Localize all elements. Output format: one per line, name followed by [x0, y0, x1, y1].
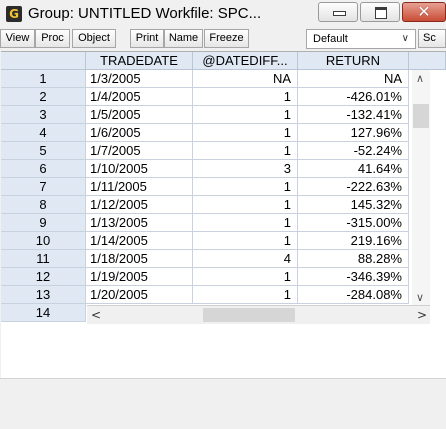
cell-tradedate[interactable]: 1/10/2005	[86, 160, 193, 178]
window-title: Group: UNTITLED Workfile: SPC...	[28, 5, 262, 22]
toolbar: View Proc Object Print Name Freeze Defau…	[0, 28, 446, 50]
column-header-tradedate[interactable]: TRADEDATE	[86, 52, 193, 70]
cell-tradedate[interactable]: 1/5/2005	[86, 106, 193, 124]
title-bar: G Group: UNTITLED Workfile: SPC... ✕	[0, 0, 446, 28]
scroll-right-icon[interactable]: >	[417, 308, 427, 322]
eviews-group-icon: G	[6, 6, 22, 22]
cell-datediff[interactable]: 1	[193, 196, 298, 214]
cell-datediff[interactable]: 1	[193, 286, 298, 304]
cell-datediff[interactable]: 1	[193, 178, 298, 196]
cell-datediff[interactable]: NA	[193, 70, 298, 88]
cell-return[interactable]: 127.96%	[298, 124, 409, 142]
cell-return[interactable]: -132.41%	[298, 106, 409, 124]
row-number[interactable]: 9	[1, 214, 86, 232]
minimize-button[interactable]	[318, 2, 358, 22]
truncated-toolbar-button[interactable]: Sc	[418, 29, 446, 48]
minimize-icon	[333, 11, 346, 16]
cell-return[interactable]: -284.08%	[298, 286, 409, 304]
vertical-scroll-thumb[interactable]	[413, 104, 429, 128]
row-number[interactable]: 7	[1, 178, 86, 196]
cell-return[interactable]: 88.28%	[298, 250, 409, 268]
row-number[interactable]: 11	[1, 250, 86, 268]
spreadsheet: TRADEDATE @DATEDIFF... RETURN 1 1/3/2005 N…	[1, 51, 446, 379]
row-number[interactable]: 13	[1, 286, 86, 304]
cell-datediff[interactable]: 1	[193, 268, 298, 286]
cell-datediff[interactable]: 3	[193, 160, 298, 178]
freeze-button[interactable]: Freeze	[204, 29, 249, 48]
cell-return[interactable]: 41.64%	[298, 160, 409, 178]
scroll-left-icon[interactable]: <	[91, 308, 101, 322]
row-number-partial[interactable]: 14	[1, 304, 86, 322]
row-number[interactable]: 3	[1, 106, 86, 124]
cell-datediff[interactable]: 1	[193, 124, 298, 142]
row-number[interactable]: 1	[1, 70, 86, 88]
row-number[interactable]: 4	[1, 124, 86, 142]
status-area	[0, 378, 446, 429]
row-number[interactable]: 2	[1, 88, 86, 106]
cell-datediff[interactable]: 1	[193, 214, 298, 232]
column-header-empty[interactable]	[409, 52, 446, 70]
row-number[interactable]: 8	[1, 196, 86, 214]
cell-return[interactable]: -222.63%	[298, 178, 409, 196]
cell-return[interactable]: -315.00%	[298, 214, 409, 232]
cell-tradedate[interactable]: 1/6/2005	[86, 124, 193, 142]
corner-cell[interactable]	[1, 52, 86, 70]
cell-tradedate[interactable]: 1/19/2005	[86, 268, 193, 286]
cell-datediff[interactable]: 1	[193, 142, 298, 160]
row-number[interactable]: 12	[1, 268, 86, 286]
cell-return[interactable]: NA	[298, 70, 409, 88]
cell-datediff[interactable]: 1	[193, 88, 298, 106]
cell-tradedate[interactable]: 1/18/2005	[86, 250, 193, 268]
horizontal-scrollbar[interactable]: < >	[87, 305, 430, 324]
column-header-return[interactable]: RETURN	[298, 52, 409, 70]
cell-tradedate[interactable]: 1/14/2005	[86, 232, 193, 250]
cell-tradedate[interactable]: 1/13/2005	[86, 214, 193, 232]
scroll-up-icon[interactable]: ∧	[416, 72, 424, 85]
cell-return[interactable]: 145.32%	[298, 196, 409, 214]
row-number[interactable]: 5	[1, 142, 86, 160]
cell-tradedate[interactable]: 1/4/2005	[86, 88, 193, 106]
cell-tradedate[interactable]: 1/3/2005	[86, 70, 193, 88]
cell-datediff[interactable]: 1	[193, 106, 298, 124]
maximize-button[interactable]	[360, 2, 400, 22]
cell-return[interactable]: 219.16%	[298, 232, 409, 250]
display-format-dropdown[interactable]: Default ∨	[306, 29, 416, 49]
maximize-icon	[375, 7, 387, 19]
cell-return[interactable]: -346.39%	[298, 268, 409, 286]
horizontal-scroll-thumb[interactable]	[203, 308, 295, 322]
object-button[interactable]: Object	[72, 29, 116, 48]
cell-datediff[interactable]: 4	[193, 250, 298, 268]
view-button[interactable]: View	[0, 29, 35, 48]
vertical-scrollbar[interactable]: ∧ ∨	[412, 70, 430, 306]
proc-button[interactable]: Proc	[35, 29, 70, 48]
chevron-down-icon: ∨	[401, 33, 409, 44]
cell-tradedate[interactable]: 1/11/2005	[86, 178, 193, 196]
close-button[interactable]: ✕	[402, 2, 446, 22]
cell-return[interactable]: -52.24%	[298, 142, 409, 160]
row-number[interactable]: 10	[1, 232, 86, 250]
cell-datediff[interactable]: 1	[193, 232, 298, 250]
print-button[interactable]: Print	[130, 29, 164, 48]
close-icon: ✕	[417, 2, 431, 21]
dropdown-value: Default	[313, 33, 348, 45]
cell-return[interactable]: -426.01%	[298, 88, 409, 106]
cell-tradedate[interactable]: 1/12/2005	[86, 196, 193, 214]
column-header-datediff[interactable]: @DATEDIFF...	[193, 52, 298, 70]
cell-tradedate[interactable]: 1/20/2005	[86, 286, 193, 304]
cell-tradedate[interactable]: 1/7/2005	[86, 142, 193, 160]
name-button[interactable]: Name	[164, 29, 203, 48]
scroll-down-icon[interactable]: ∨	[416, 291, 424, 304]
row-number[interactable]: 6	[1, 160, 86, 178]
